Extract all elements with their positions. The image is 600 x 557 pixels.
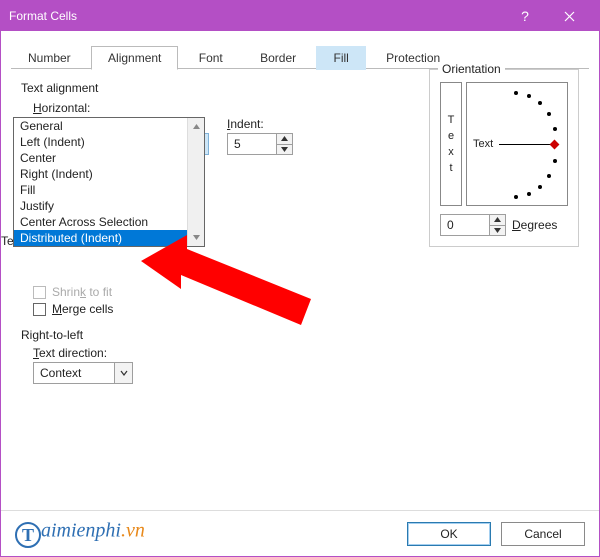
merge-cells-row[interactable]: Merge cells xyxy=(33,302,579,316)
orientation-dial[interactable]: Text xyxy=(466,82,568,206)
horizontal-option-right[interactable]: Right (Indent) xyxy=(14,166,187,182)
degrees-up-button[interactable] xyxy=(490,215,505,225)
tab-alignment[interactable]: Alignment xyxy=(91,46,178,70)
caret-down-icon xyxy=(281,147,288,152)
horizontal-option-justify[interactable]: Justify xyxy=(14,198,187,214)
caret-up-icon xyxy=(494,217,501,222)
dropdown-scrollbar[interactable] xyxy=(187,118,204,246)
scroll-down-button[interactable] xyxy=(188,229,204,246)
indent-spinner[interactable]: 5 xyxy=(227,133,293,155)
shrink-to-fit-row: Shrink to fit xyxy=(33,285,579,299)
scroll-up-button[interactable] xyxy=(188,118,204,135)
indent-value: 5 xyxy=(228,134,276,154)
help-button[interactable]: ? xyxy=(503,1,547,31)
tab-number[interactable]: Number xyxy=(11,46,88,70)
orientation-group: Orientation T e x t Text xyxy=(429,69,579,247)
indent-label: Indent: xyxy=(227,117,293,131)
indent-down-button[interactable] xyxy=(277,144,292,155)
text-control-group-label: Te xyxy=(1,234,14,248)
tab-border[interactable]: Border xyxy=(243,46,313,70)
merge-cells-checkbox[interactable] xyxy=(33,303,46,316)
shrink-to-fit-checkbox xyxy=(33,286,46,299)
orientation-dial-label: Text xyxy=(473,138,493,150)
horizontal-option-left[interactable]: Left (Indent) xyxy=(14,134,187,150)
orientation-vertical-button[interactable]: T e x t xyxy=(440,82,462,206)
format-cells-dialog: Format Cells ? Number Alignment Font Bor… xyxy=(0,0,600,557)
degrees-down-button[interactable] xyxy=(490,225,505,236)
tabstrip: Number Alignment Font Border Fill Protec… xyxy=(1,45,599,69)
text-direction-value: Context xyxy=(34,363,114,383)
degrees-value: 0 xyxy=(441,215,489,235)
close-icon xyxy=(564,11,575,22)
titlebar: Format Cells ? xyxy=(1,1,599,31)
degrees-label: Degrees xyxy=(512,218,557,232)
horizontal-option-distributed[interactable]: Distributed (Indent) xyxy=(14,230,187,246)
close-button[interactable] xyxy=(547,1,591,31)
text-direction-label: Text direction: xyxy=(33,346,579,360)
cancel-button[interactable]: Cancel xyxy=(501,522,585,546)
shrink-to-fit-label: Shrink to fit xyxy=(52,285,112,299)
text-direction-dropdown-button[interactable] xyxy=(114,363,132,383)
horizontal-option-center-across[interactable]: Center Across Selection xyxy=(14,214,187,230)
tab-content: Text alignment Horizontal: Distributed (… xyxy=(1,69,599,384)
horizontal-option-general[interactable]: General xyxy=(14,118,187,134)
chevron-down-icon xyxy=(120,369,128,377)
caret-down-icon xyxy=(193,235,200,240)
watermark: Taimienphi.vn xyxy=(15,518,145,544)
dialog-title: Format Cells xyxy=(9,9,503,23)
indent-up-button[interactable] xyxy=(277,134,292,144)
text-direction-combo[interactable]: Context xyxy=(33,362,133,384)
caret-up-icon xyxy=(193,124,200,129)
horizontal-dropdown-list[interactable]: General Left (Indent) Center Right (Inde… xyxy=(13,117,205,247)
caret-up-icon xyxy=(281,136,288,141)
caret-down-icon xyxy=(494,228,501,233)
degrees-spinner[interactable]: 0 xyxy=(440,214,506,236)
merge-cells-label: Merge cells xyxy=(52,302,113,316)
tab-fill[interactable]: Fill xyxy=(316,46,365,70)
rtl-group-label: Right-to-left xyxy=(21,328,579,342)
horizontal-option-center[interactable]: Center xyxy=(14,150,187,166)
ok-button[interactable]: OK xyxy=(407,522,491,546)
orientation-indicator-icon xyxy=(550,140,560,150)
tab-font[interactable]: Font xyxy=(182,46,240,70)
orientation-legend: Orientation xyxy=(438,62,505,76)
horizontal-option-fill[interactable]: Fill xyxy=(14,182,187,198)
